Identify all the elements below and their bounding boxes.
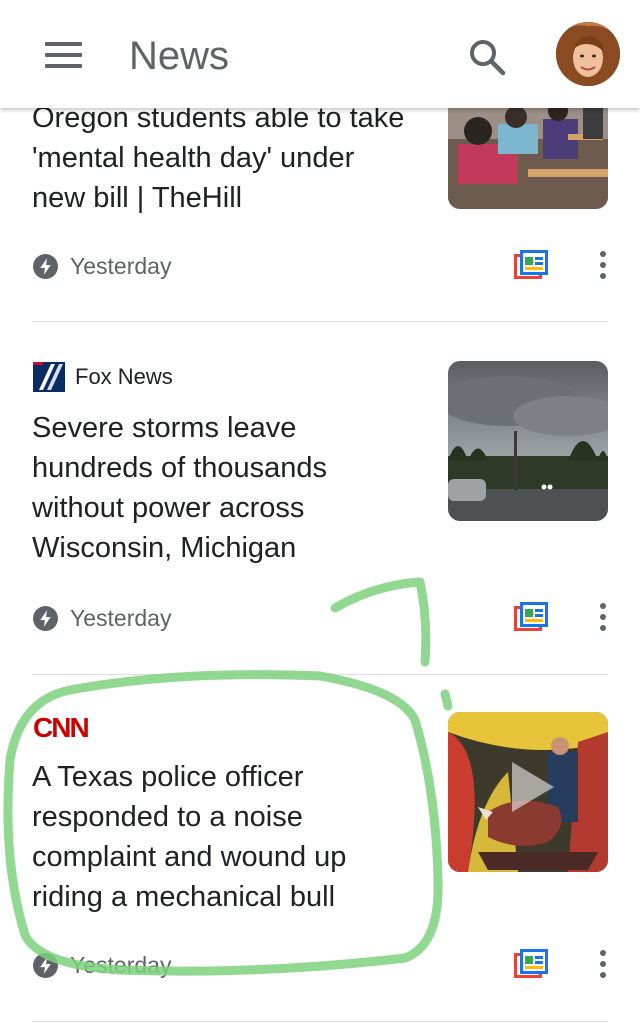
article-thumbnail-mechanical-bull[interactable] bbox=[448, 712, 608, 872]
more-vert-icon[interactable] bbox=[588, 947, 618, 981]
article-time: Yesterday bbox=[70, 604, 172, 631]
article-meta: Yesterday bbox=[33, 603, 171, 633]
divider bbox=[32, 1021, 608, 1022]
menu-line bbox=[45, 42, 82, 46]
cnn-logo-text: CNN bbox=[33, 712, 88, 742]
menu-line bbox=[45, 64, 82, 68]
cnn-logo-icon: CNN bbox=[33, 712, 90, 742]
source-name: Fox News bbox=[75, 364, 173, 389]
article-headline[interactable]: A Texas police officer responded to a no… bbox=[32, 757, 412, 917]
article-source[interactable]: Fox News bbox=[33, 362, 173, 392]
app-title: News bbox=[129, 34, 230, 78]
news-app-screen: Oregon students able to take 'mental hea… bbox=[0, 0, 640, 1031]
menu-line bbox=[45, 53, 82, 57]
more-vert-icon[interactable] bbox=[588, 600, 618, 634]
full-coverage-icon[interactable] bbox=[514, 250, 548, 280]
full-coverage-icon[interactable] bbox=[514, 949, 548, 979]
fox-news-logo-icon bbox=[33, 362, 65, 392]
app-bar: News bbox=[0, 0, 640, 108]
hamburger-menu-icon[interactable] bbox=[30, 30, 96, 80]
lightning-bolt-icon bbox=[33, 952, 58, 978]
search-icon[interactable] bbox=[462, 32, 512, 82]
article-meta: Yesterday bbox=[33, 251, 171, 281]
article-source[interactable]: CNN bbox=[33, 712, 93, 742]
lightning-bolt-icon bbox=[33, 605, 58, 631]
lightning-bolt-icon bbox=[33, 253, 58, 279]
article-time: Yesterday bbox=[70, 252, 172, 279]
divider bbox=[32, 674, 608, 675]
divider bbox=[32, 321, 608, 322]
article-meta: Yesterday bbox=[33, 950, 171, 980]
article-headline[interactable]: Oregon students able to take 'mental hea… bbox=[32, 98, 412, 218]
user-avatar[interactable] bbox=[556, 22, 620, 86]
article-thumbnail-storm[interactable] bbox=[448, 361, 608, 521]
article-time: Yesterday bbox=[70, 951, 172, 978]
more-vert-icon[interactable] bbox=[588, 248, 618, 282]
article-headline[interactable]: Severe storms leave hundreds of thousand… bbox=[32, 408, 412, 568]
full-coverage-icon[interactable] bbox=[514, 602, 548, 632]
